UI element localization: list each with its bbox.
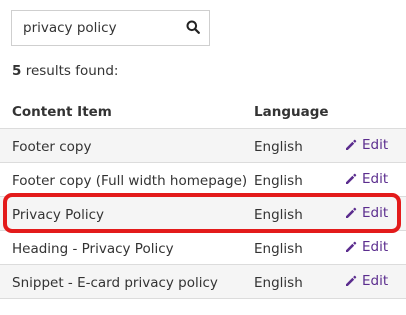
search-box [11, 10, 210, 46]
pencil-icon [345, 139, 357, 151]
content-item-cell: Footer copy (Full width homepage) [12, 173, 248, 189]
language-cell: English [254, 207, 303, 223]
header-language: Language [254, 104, 329, 120]
search-button[interactable] [183, 18, 203, 38]
content-item-cell: Footer copy [12, 139, 92, 155]
content-item-cell: Heading - Privacy Policy [12, 241, 174, 257]
pencil-icon [345, 173, 357, 185]
results-label: results found: [25, 63, 119, 79]
search-icon [186, 19, 200, 38]
results-number: 5 [12, 63, 22, 79]
table-body: Footer copy English Edit Footer copy (Fu… [0, 129, 406, 299]
edit-label: Edit [362, 137, 389, 153]
table-row: Footer copy (Full width homepage) Englis… [0, 163, 406, 197]
table-header: Content Item Language [0, 96, 406, 129]
table-row: Snippet - E-card privacy policy English … [0, 265, 406, 299]
edit-label: Edit [362, 273, 389, 289]
table-row: Footer copy English Edit [0, 129, 406, 163]
language-cell: English [254, 275, 303, 291]
edit-label: Edit [362, 239, 389, 255]
edit-link[interactable]: Edit [345, 273, 388, 289]
language-cell: English [254, 241, 303, 257]
edit-label: Edit [362, 171, 389, 187]
table-row: Privacy Policy English Edit [0, 197, 406, 231]
results-count: 5 results found: [12, 63, 118, 79]
language-cell: English [254, 139, 303, 155]
language-cell: English [254, 173, 303, 189]
header-content-item: Content Item [12, 104, 112, 120]
search-input[interactable] [23, 11, 183, 45]
edit-label: Edit [362, 205, 389, 221]
page: 5 results found: Content Item Language F… [0, 0, 406, 315]
pencil-icon [345, 207, 357, 219]
content-item-cell: Privacy Policy [12, 207, 105, 223]
content-item-cell: Snippet - E-card privacy policy [12, 275, 218, 291]
edit-link[interactable]: Edit [345, 239, 388, 255]
edit-link[interactable]: Edit [345, 171, 388, 187]
results-table: Content Item Language Footer copy Englis… [0, 96, 406, 299]
edit-link[interactable]: Edit [345, 205, 388, 221]
edit-link[interactable]: Edit [345, 137, 388, 153]
table-row: Heading - Privacy Policy English Edit [0, 231, 406, 265]
pencil-icon [345, 275, 357, 287]
pencil-icon [345, 241, 357, 253]
